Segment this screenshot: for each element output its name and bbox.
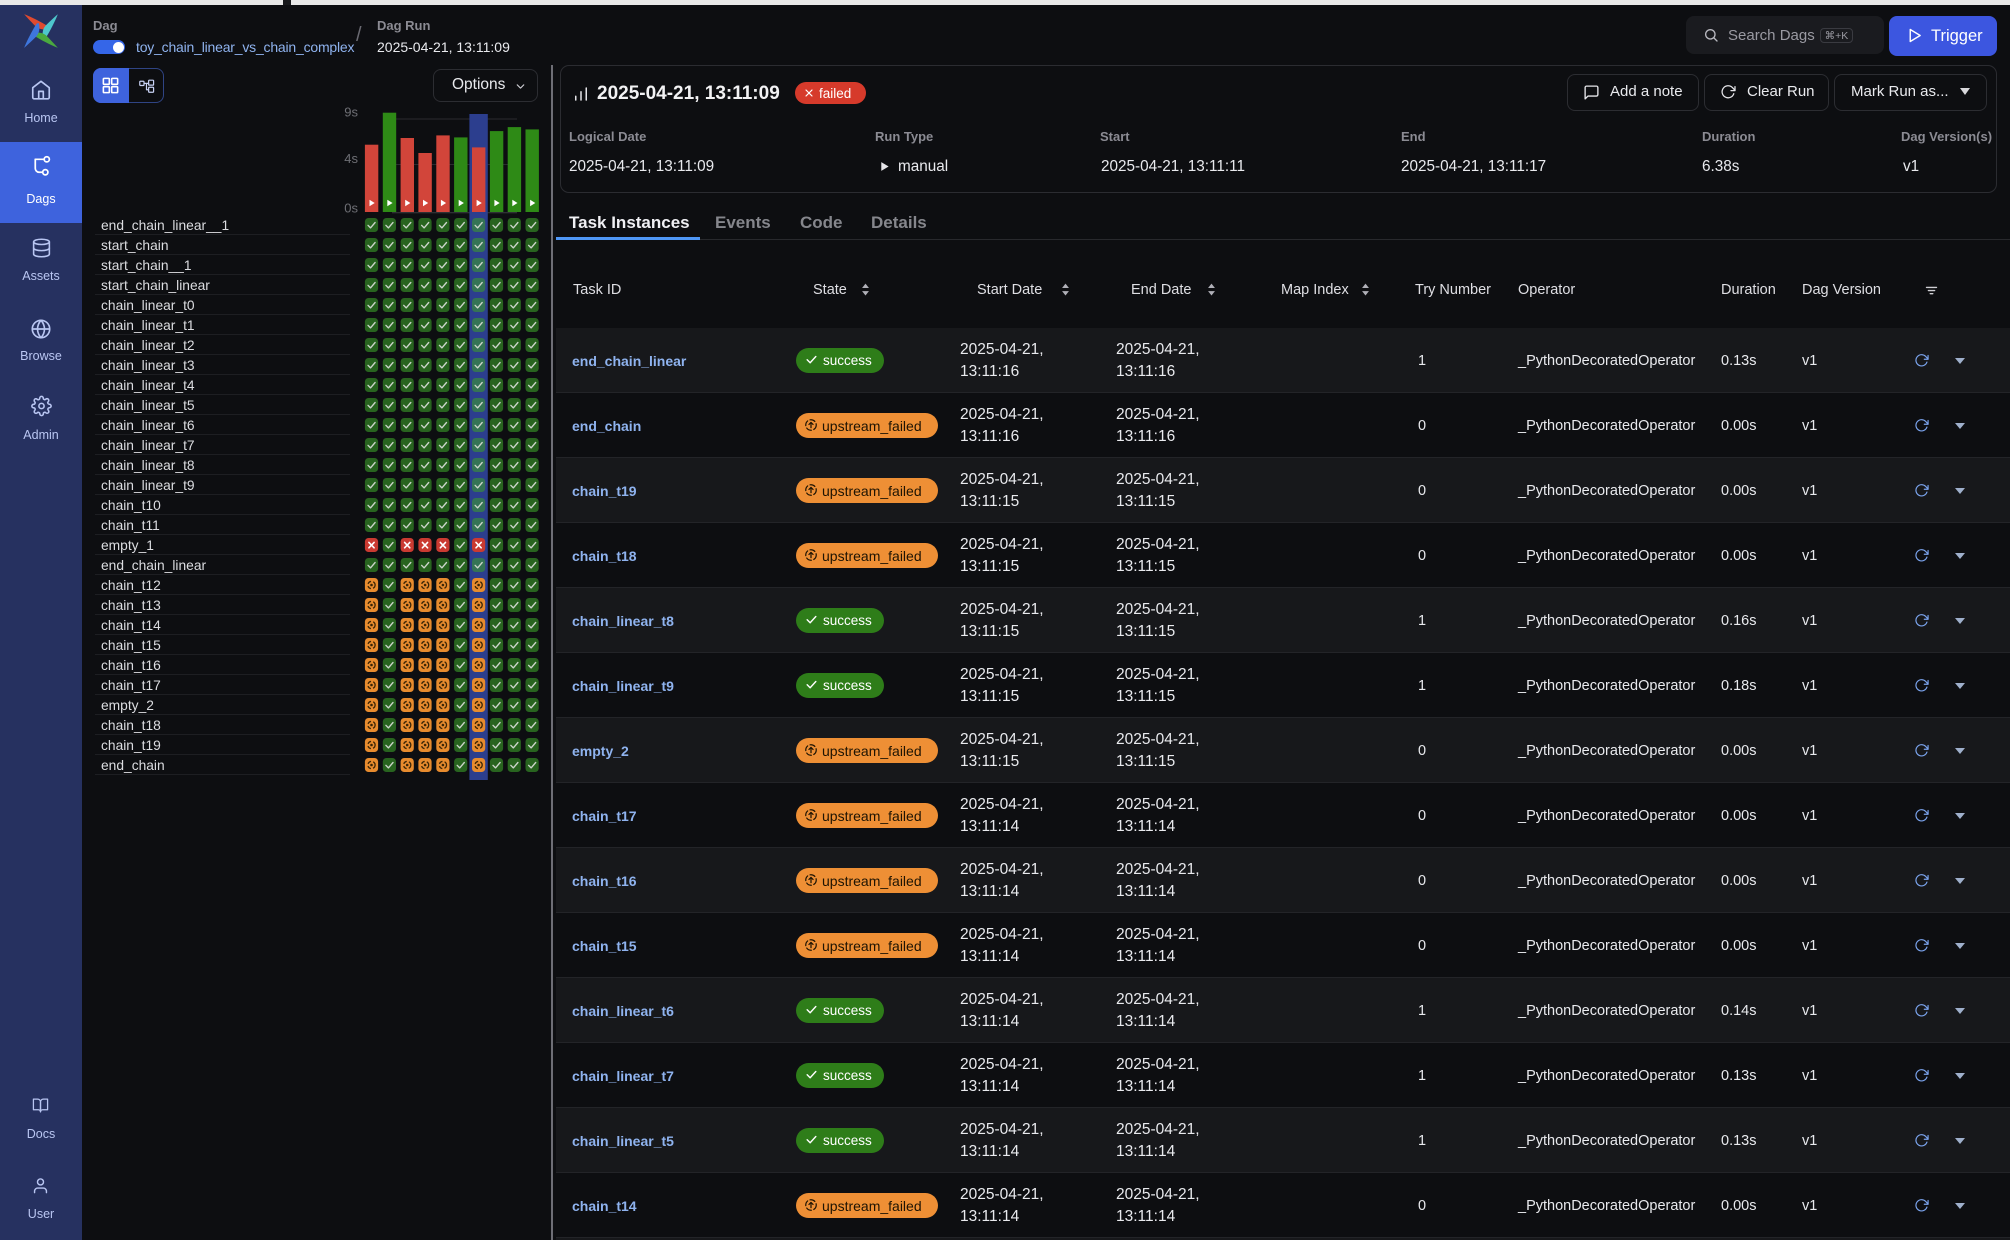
- svg-text:0s: 0s: [344, 201, 358, 216]
- svg-text:4s: 4s: [344, 151, 358, 166]
- svg-text:9s: 9s: [344, 105, 358, 120]
